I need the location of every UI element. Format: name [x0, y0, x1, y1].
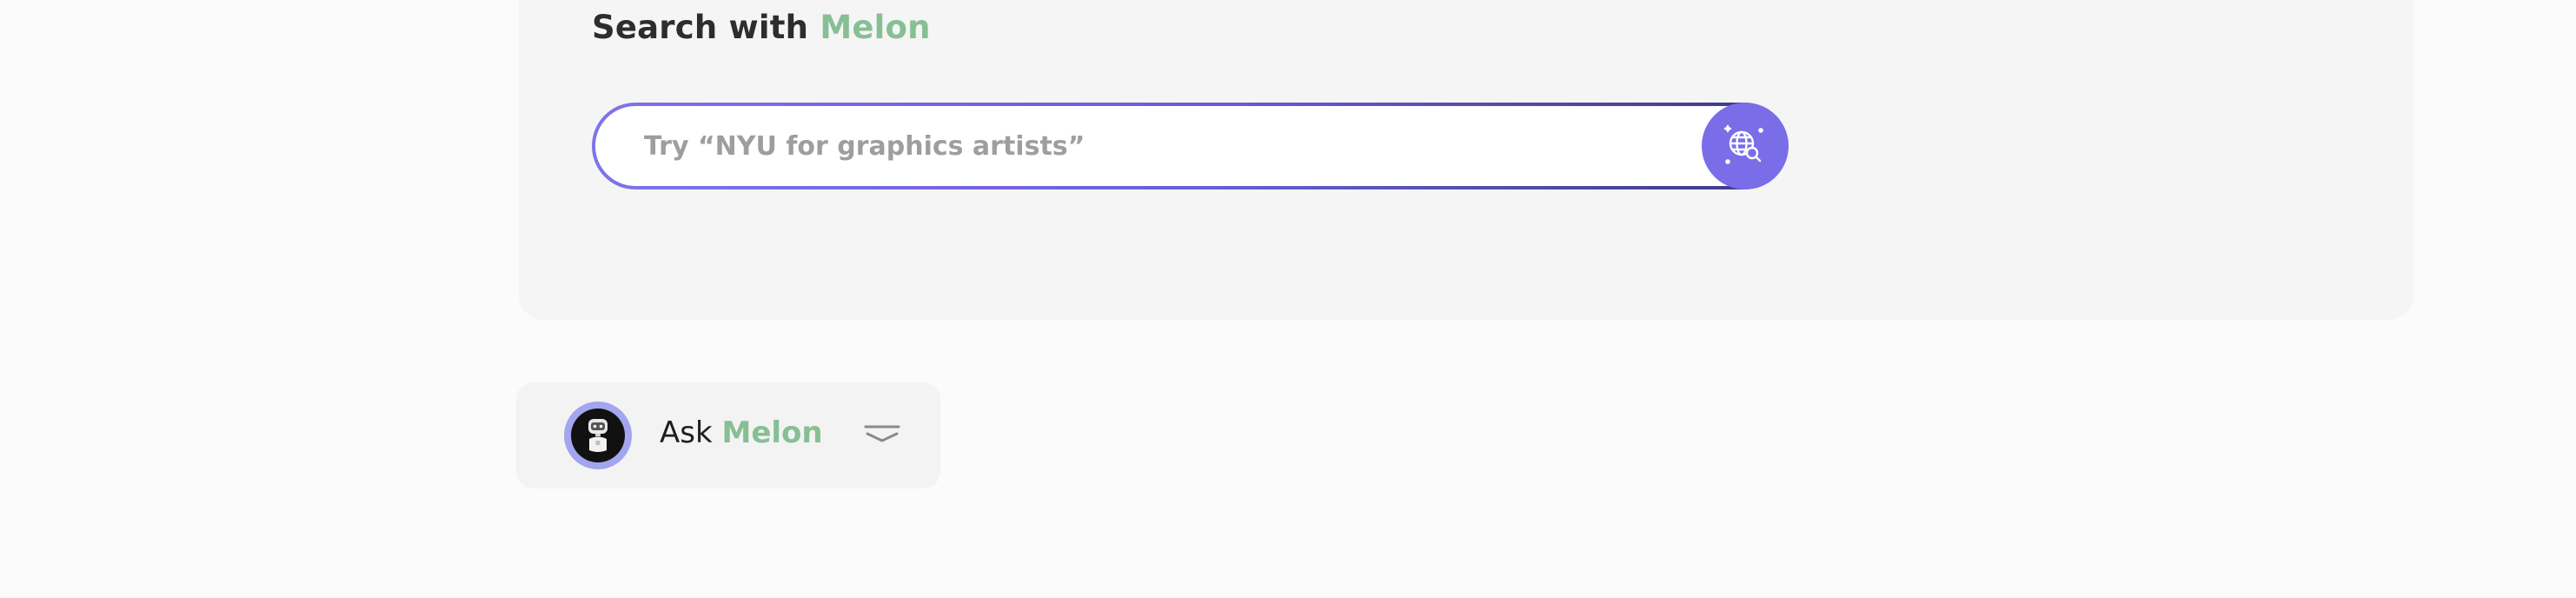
search-title-prefix: Search with — [592, 9, 809, 46]
chevron-down-icon — [864, 425, 900, 442]
search-field-container — [595, 106, 1783, 186]
avatar-inner — [571, 409, 625, 462]
ask-label-brand: Melon — [721, 415, 823, 450]
search-title: Search with Melon — [592, 9, 931, 46]
robot-avatar-icon — [588, 419, 607, 452]
ask-label-prefix: Ask — [660, 415, 713, 450]
ask-label: Ask Melon — [660, 415, 823, 450]
search-input[interactable] — [644, 106, 1643, 186]
search-bar — [592, 103, 1787, 189]
globe-search-icon — [1723, 124, 1763, 164]
ask-melon-toggle[interactable]: Ask Melon — [516, 382, 940, 488]
avatar — [564, 402, 632, 469]
search-title-brand: Melon — [820, 9, 931, 46]
page: Search with Melon Try “NYU for graphics … — [0, 0, 2576, 598]
search-button[interactable] — [1702, 103, 1789, 189]
